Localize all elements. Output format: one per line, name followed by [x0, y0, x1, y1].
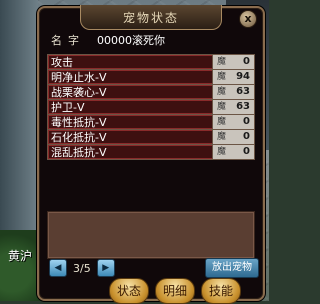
skill-value: 0 — [230, 115, 254, 129]
window-title-bar: 宠物状态 — [80, 5, 222, 30]
skill-name: 攻击 — [48, 55, 212, 69]
skill-description-box — [47, 211, 255, 259]
tab-status[interactable]: 状态 — [109, 278, 149, 304]
skill-magic-tag: 魔 — [212, 100, 230, 114]
skill-name: 石化抵抗-V — [48, 130, 212, 144]
skill-value: 0 — [230, 145, 254, 159]
skill-row[interactable]: 混乱抵抗-V 魔 0 — [48, 145, 254, 159]
pet-status-window: 宠物状态 x 名字 00000滚死你 攻击 魔 0 明净止水-V 魔 94 战栗… — [37, 5, 265, 304]
skill-magic-tag: 魔 — [212, 85, 230, 99]
pet-name-value: 00000滚死你 — [97, 34, 165, 47]
bottom-tabs: 状态 明细 技能 — [109, 278, 241, 304]
pet-name-row: 名字 00000滚死你 — [51, 32, 165, 48]
skill-value: 94 — [230, 70, 254, 84]
skill-value: 0 — [230, 55, 254, 69]
skill-row[interactable]: 战栗袭心-V 魔 63 — [48, 85, 254, 100]
skill-value: 63 — [230, 85, 254, 99]
skill-row[interactable]: 攻击 魔 0 — [48, 55, 254, 70]
skill-magic-tag: 魔 — [212, 115, 230, 129]
tab-skills[interactable]: 技能 — [201, 278, 241, 304]
skill-name: 战栗袭心-V — [48, 85, 212, 99]
next-page-button[interactable]: ▶ — [96, 259, 115, 277]
skill-row[interactable]: 毒性抵抗-V 魔 0 — [48, 115, 254, 130]
skill-value: 0 — [230, 130, 254, 144]
pet-name-label: 名字 — [51, 34, 85, 47]
release-pet-button[interactable]: 放出宠物 — [205, 258, 259, 278]
pet-pager: ◀ 3/5 ▶ — [49, 259, 115, 277]
skill-magic-tag: 魔 — [212, 55, 230, 69]
scene-location-label: 黄沪 — [8, 249, 33, 263]
skill-magic-tag: 魔 — [212, 145, 230, 159]
skill-row[interactable]: 明净止水-V 魔 94 — [48, 70, 254, 85]
page-indicator: 3/5 — [73, 261, 91, 275]
tab-details[interactable]: 明细 — [155, 278, 195, 304]
skills-list: 攻击 魔 0 明净止水-V 魔 94 战栗袭心-V 魔 63 护卫-V 魔 63… — [47, 54, 255, 160]
skill-name: 护卫-V — [48, 100, 212, 114]
close-button[interactable]: x — [239, 10, 257, 28]
skill-value: 63 — [230, 100, 254, 114]
skill-name: 明净止水-V — [48, 70, 212, 84]
skill-name: 毒性抵抗-V — [48, 115, 212, 129]
skill-name: 混乱抵抗-V — [48, 145, 212, 159]
skill-magic-tag: 魔 — [212, 70, 230, 84]
window-title: 宠物状态 — [122, 10, 179, 25]
skill-row[interactable]: 护卫-V 魔 63 — [48, 100, 254, 115]
skill-magic-tag: 魔 — [212, 130, 230, 144]
prev-page-button[interactable]: ◀ — [49, 259, 67, 277]
skill-row[interactable]: 石化抵抗-V 魔 0 — [48, 130, 254, 145]
